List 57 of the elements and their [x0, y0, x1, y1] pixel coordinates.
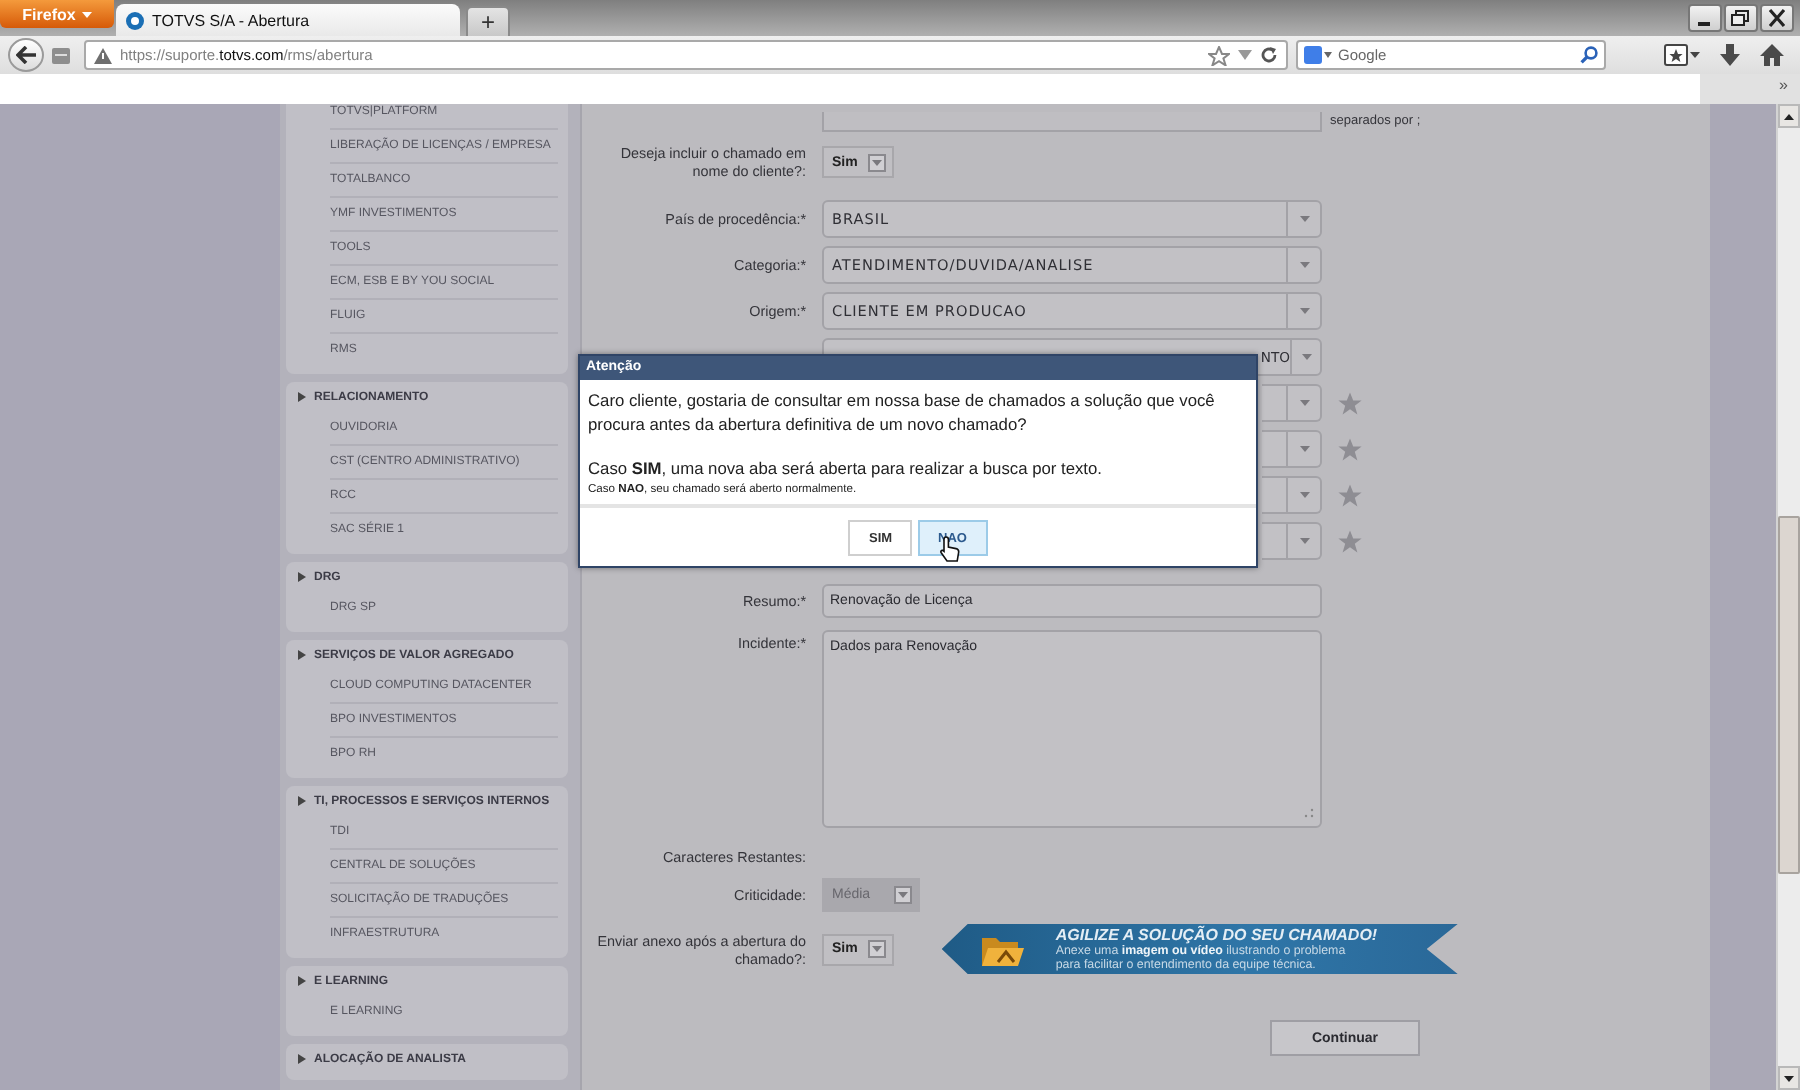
new-tab-button[interactable]: +	[466, 6, 510, 36]
restore-icon[interactable]	[1724, 4, 1758, 32]
dropdown-field[interactable]	[1262, 476, 1322, 514]
dropdown-field[interactable]	[1262, 384, 1322, 422]
caret-icon	[1299, 446, 1309, 452]
warning-icon	[94, 47, 112, 63]
download-icon[interactable]	[1720, 44, 1740, 66]
caret-icon	[1299, 216, 1309, 222]
star-icon[interactable]	[1338, 483, 1362, 507]
up-arrow-icon	[1784, 113, 1794, 119]
resize-grip-icon[interactable]	[1304, 808, 1314, 818]
banner-title: AGILIZE A SOLUÇÃO DO SEU CHAMADO!	[1055, 925, 1378, 943]
caret-icon	[1299, 308, 1309, 314]
scroll-down-button[interactable]	[1778, 1066, 1800, 1090]
close-icon[interactable]	[1760, 4, 1794, 32]
triangle-icon	[298, 1054, 306, 1064]
down-arrow-icon	[1784, 1075, 1794, 1081]
globe-logo-icon	[126, 11, 144, 29]
bookmarks-icon[interactable]	[1664, 44, 1700, 66]
star-icon[interactable]	[1338, 529, 1362, 553]
star-icon[interactable]	[1338, 437, 1362, 461]
caret-icon	[1299, 492, 1309, 498]
reload-icon[interactable]	[1260, 46, 1278, 64]
caret-icon[interactable]	[1238, 50, 1252, 60]
triangle-icon	[298, 650, 306, 660]
back-arrow-icon	[16, 46, 36, 64]
caret-icon	[1301, 354, 1311, 360]
caret-icon	[871, 946, 882, 952]
triangle-icon	[298, 796, 306, 806]
caret-icon	[1299, 262, 1309, 268]
text-field[interactable]	[822, 112, 1322, 132]
dialog-message: Caro cliente, gostaria de consultar em nossa base de chamados a solução que você procura antes da abertura definitiva de um novo chamado?	[588, 390, 1217, 436]
dropdown-field[interactable]	[1262, 430, 1322, 468]
caret-icon	[898, 892, 908, 898]
star-icon[interactable]	[1208, 45, 1230, 65]
search-icon[interactable]	[1580, 46, 1598, 64]
triangle-icon	[298, 572, 306, 582]
back-button[interactable]	[8, 38, 44, 72]
dropdown-field[interactable]	[1262, 522, 1322, 560]
caret-icon	[81, 11, 92, 17]
minimize-icon[interactable]	[1688, 4, 1722, 32]
triangle-icon	[298, 392, 306, 402]
tab-title: TOTVS S/A - Abertura	[152, 11, 310, 29]
star-icon[interactable]	[1338, 391, 1362, 415]
scroll-up-button[interactable]	[1778, 104, 1800, 128]
caret-icon	[871, 159, 882, 165]
triangle-icon	[298, 976, 306, 986]
overflow-button[interactable]: »	[1779, 74, 1788, 98]
caret-icon	[1299, 538, 1309, 544]
home-icon[interactable]	[1760, 44, 1784, 66]
firefox-menu-button[interactable]: Firefox	[0, 0, 114, 28]
page-icon	[52, 47, 70, 63]
browser-tab[interactable]: TOTVS S/A - Abertura	[116, 4, 460, 36]
scrollbar-thumb[interactable]	[1778, 516, 1800, 874]
dialog-message: Caso SIM, uma nova aba será aberta para realizar a busca por texto.	[588, 458, 1104, 481]
search-engine-icon[interactable]	[1304, 46, 1332, 64]
caret-icon	[1299, 400, 1309, 406]
